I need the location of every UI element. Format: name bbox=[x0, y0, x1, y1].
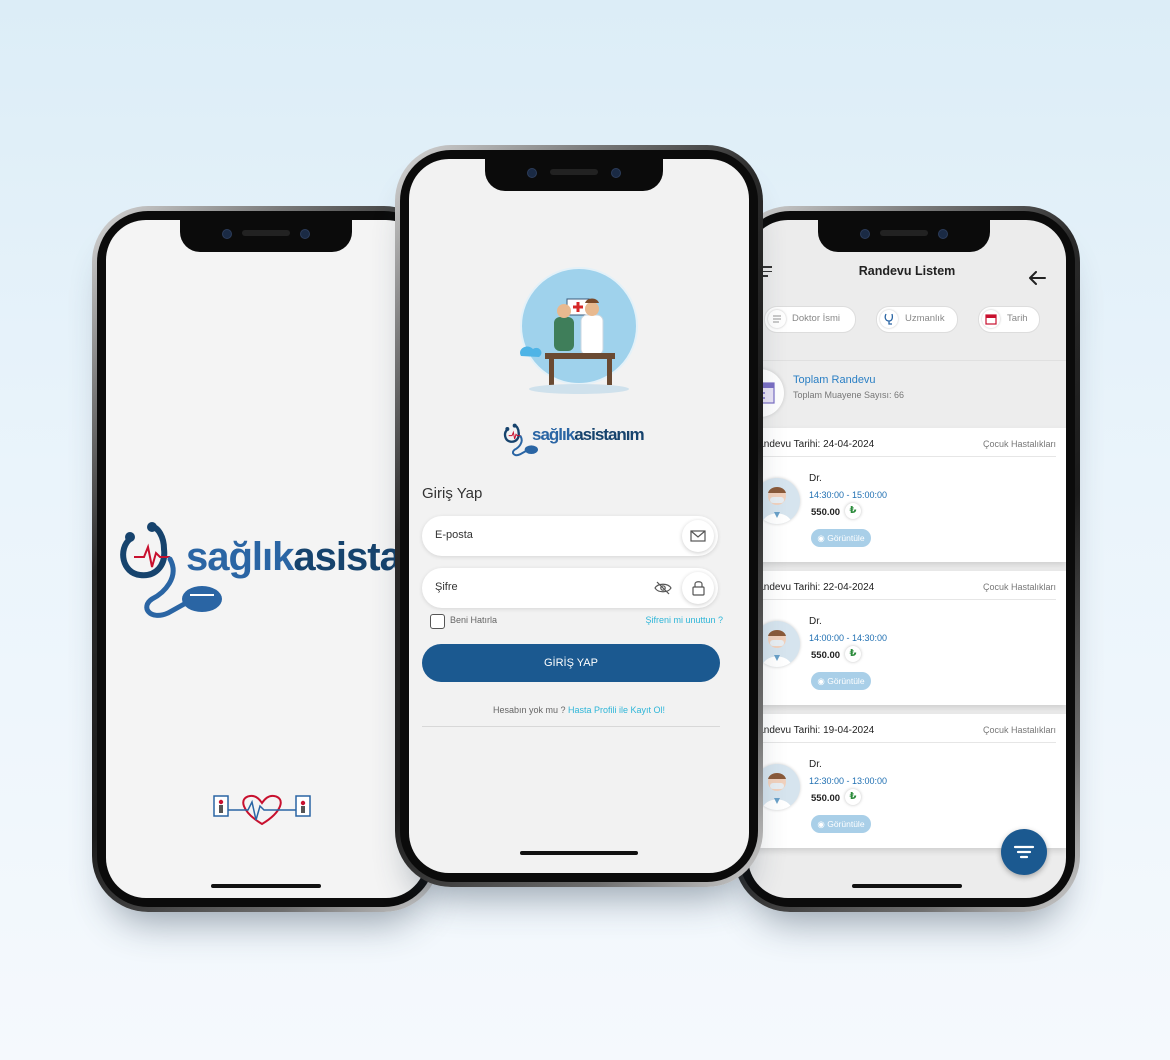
view-button[interactable]: ◉ Görüntüle bbox=[811, 529, 871, 547]
register-link[interactable]: Hasta Profili ile Kayıt Ol! bbox=[568, 705, 665, 715]
home-indicator bbox=[520, 851, 638, 855]
home-indicator bbox=[852, 884, 962, 888]
notch bbox=[180, 220, 352, 252]
phone-appointments: Randevu Listem Doktor İsmi Uzmanlık Tari… bbox=[734, 206, 1080, 912]
appointment-date: Randevu Tarihi: 19-04-2024 bbox=[751, 725, 875, 736]
heart-monitor-illustration bbox=[213, 794, 311, 826]
remember-checkbox[interactable] bbox=[430, 614, 445, 629]
password-label: Şifre bbox=[435, 581, 458, 593]
view-button[interactable]: ◉ Görüntüle bbox=[811, 815, 871, 833]
app-logo: sağlıkasistanım bbox=[114, 515, 426, 625]
appointment-card[interactable]: Randevu Tarihi: 22-04-2024 Çocuk Hastalı… bbox=[748, 571, 1066, 705]
filter-icon bbox=[1013, 845, 1035, 859]
app-logo: sağlıkasistanım bbox=[502, 417, 652, 467]
calendar-icon bbox=[982, 310, 1000, 328]
eye-slash-icon[interactable] bbox=[654, 581, 672, 595]
doctor-name: Dr. bbox=[809, 616, 822, 627]
appointment-card[interactable]: Randevu Tarihi: 19-04-2024 Çocuk Hastalı… bbox=[748, 714, 1066, 848]
password-field[interactable]: Şifre bbox=[422, 568, 718, 608]
eye-icon: ◉ bbox=[817, 819, 825, 829]
notch bbox=[485, 159, 663, 191]
summary-title: Toplam Randevu bbox=[793, 374, 876, 386]
home-indicator bbox=[211, 884, 321, 888]
lira-icon: ₺ bbox=[845, 789, 861, 805]
summary-subtitle: Toplam Muayene Sayısı: 66 bbox=[793, 390, 905, 400]
filter-label: Doktor İsmi bbox=[792, 313, 841, 324]
mail-icon bbox=[682, 520, 714, 552]
lira-icon: ₺ bbox=[845, 503, 861, 519]
stethoscope-icon bbox=[880, 310, 898, 328]
appointments-screen: Randevu Listem Doktor İsmi Uzmanlık Tari… bbox=[748, 220, 1066, 898]
appointment-time: 12:30:00 - 13:00:00 bbox=[809, 776, 888, 786]
back-arrow-icon[interactable] bbox=[1028, 271, 1046, 285]
doctor-name: Dr. bbox=[809, 759, 822, 770]
forgot-password-link[interactable]: Şifreni mi unuttun ? bbox=[645, 615, 723, 625]
lock-icon bbox=[682, 572, 714, 604]
logo-text-2: asistanım bbox=[574, 425, 644, 444]
phone-splash: sağlıkasistanım bbox=[92, 206, 440, 912]
register-prompt: Hesabın yok mu ? Hasta Profili ile Kayıt… bbox=[409, 705, 749, 715]
notch bbox=[818, 220, 990, 252]
splash-screen: sağlıkasistanım bbox=[106, 220, 426, 898]
phone-login: sağlıkasistanım Giriş Yap E-posta Şifre … bbox=[395, 145, 763, 887]
view-label: Görüntüle bbox=[827, 819, 865, 829]
appointment-price: 550.00 bbox=[811, 507, 841, 518]
login-button[interactable]: GİRİŞ YAP bbox=[422, 644, 720, 682]
appointment-date: Randevu Tarihi: 24-04-2024 bbox=[751, 439, 875, 450]
lira-icon: ₺ bbox=[845, 646, 861, 662]
appointment-price: 550.00 bbox=[811, 650, 841, 661]
doctor-name: Dr. bbox=[809, 473, 822, 484]
appointment-specialty: Çocuk Hastalıkları bbox=[982, 439, 1056, 449]
logo-text-1: sağlık bbox=[532, 425, 575, 444]
appointment-price: 550.00 bbox=[811, 793, 841, 804]
appointment-summary: Toplam Randevu Toplam Muayene Sayısı: 66 bbox=[748, 360, 1066, 429]
eye-icon: ◉ bbox=[817, 533, 825, 543]
appointment-date: Randevu Tarihi: 22-04-2024 bbox=[751, 582, 875, 593]
filter-label: Tarih bbox=[1007, 313, 1028, 324]
eye-icon: ◉ bbox=[817, 676, 825, 686]
appointment-specialty: Çocuk Hastalıkları bbox=[982, 582, 1056, 592]
filter-specialty[interactable]: Uzmanlık bbox=[876, 306, 958, 333]
appointment-time: 14:30:00 - 15:00:00 bbox=[809, 490, 888, 500]
email-field[interactable]: E-posta bbox=[422, 516, 718, 556]
appointment-card[interactable]: Randevu Tarihi: 24-04-2024 Çocuk Hastalı… bbox=[748, 428, 1066, 562]
page-title: Randevu Listem bbox=[858, 264, 956, 278]
view-label: Görüntüle bbox=[827, 676, 865, 686]
list-icon bbox=[768, 310, 786, 328]
appointment-time: 14:00:00 - 14:30:00 bbox=[809, 633, 888, 643]
filter-date[interactable]: Tarih bbox=[978, 306, 1040, 333]
view-label: Görüntüle bbox=[827, 533, 865, 543]
logo-text-1: sağlık bbox=[186, 535, 294, 579]
filter-doctor-name[interactable]: Doktor İsmi bbox=[764, 306, 856, 333]
divider bbox=[422, 726, 720, 727]
email-label: E-posta bbox=[435, 529, 473, 541]
appointment-specialty: Çocuk Hastalıkları bbox=[982, 725, 1056, 735]
remember-label: Beni Hatırla bbox=[450, 615, 498, 625]
doctor-patient-illustration bbox=[520, 267, 638, 394]
register-text: Hesabın yok mu ? bbox=[492, 705, 566, 715]
filter-fab-button[interactable] bbox=[1001, 829, 1047, 875]
view-button[interactable]: ◉ Görüntüle bbox=[811, 672, 871, 690]
login-screen: sağlıkasistanım Giriş Yap E-posta Şifre … bbox=[409, 159, 749, 873]
login-title: Giriş Yap bbox=[422, 485, 483, 502]
filter-label: Uzmanlık bbox=[905, 313, 945, 324]
